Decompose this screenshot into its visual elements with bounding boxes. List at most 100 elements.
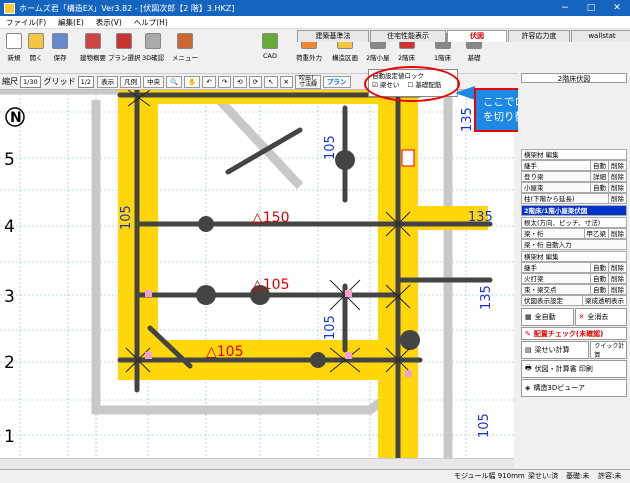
toolbar-button-7[interactable]: CAD xyxy=(262,33,278,71)
redo-icon[interactable]: ↷ xyxy=(217,75,232,88)
beam-calc-button[interactable]: ▤ 梁せい計算 xyxy=(521,341,590,359)
panel-row-label[interactable]: 柱(下階から延長) xyxy=(522,194,608,203)
grid-select[interactable]: 1/2 xyxy=(77,75,95,88)
center-button[interactable]: 中央 xyxy=(143,75,165,88)
rotate-right-icon[interactable]: ⟳ xyxy=(248,75,263,88)
floor-plan-svg[interactable]: N 5 4 3 2 1 △150 △105 △105 105 105 105 1… xyxy=(0,90,514,458)
panel-delete-button[interactable]: 削除 xyxy=(608,194,626,203)
minimize-button[interactable]: − xyxy=(552,0,578,16)
panel-row-label[interactable]: 梁・桁 xyxy=(522,229,584,238)
panel-row-label[interactable]: 継手 xyxy=(522,263,590,272)
scale-label: 縮尺 xyxy=(2,77,18,86)
panel-row-label[interactable]: 小屋束 xyxy=(522,183,590,192)
auto-icon: ▦ xyxy=(525,313,532,321)
maximize-button[interactable]: □ xyxy=(578,0,604,16)
viewer-icon: ◈ xyxy=(525,384,531,392)
show-button[interactable]: 表示 xyxy=(97,75,119,88)
panel-delete-button[interactable]: 削除 xyxy=(608,172,626,181)
toolbar-button-2[interactable]: 保存 xyxy=(52,33,68,71)
panel-delete-button[interactable]: 削除 xyxy=(608,161,626,170)
window-title: ホームズ君「構造EX」Ver3.82 - [伏図次郎【2 階】3.HKZ] xyxy=(19,3,235,13)
cursor-icon[interactable]: ↖ xyxy=(264,75,278,88)
svg-text:135: 135 xyxy=(460,107,475,132)
toolbar-button-4[interactable]: プラン選択 xyxy=(108,33,141,71)
toolbar-button-6[interactable]: メニュー xyxy=(172,33,198,71)
svg-text:135: 135 xyxy=(468,210,493,225)
toolbar-button-0[interactable]: 新規 xyxy=(6,33,22,71)
beam-transparent-button[interactable]: 梁成透明表示 xyxy=(582,296,626,305)
auto-all-button[interactable]: ▦ 全自動 xyxy=(521,308,574,326)
panel-row: 梁・桁 自動入力 xyxy=(521,239,627,250)
section-floor-plan[interactable]: 2階床/1階小屋梁伏図 xyxy=(521,205,627,216)
row-labels: 5 4 3 2 1 xyxy=(4,150,15,447)
tab-framing[interactable]: 伏図 xyxy=(447,30,507,42)
cross-icon[interactable]: ✕ xyxy=(279,75,293,88)
plan-display-settings-button[interactable]: 伏図表示設定 xyxy=(522,296,582,305)
panel-row-label[interactable]: 登り梁 xyxy=(522,172,590,181)
panel-delete-button[interactable]: 削除 xyxy=(608,285,626,294)
toolbar-button-1[interactable]: 開く xyxy=(28,33,44,71)
panel-auto-button[interactable]: 甲乙梁 xyxy=(583,229,609,238)
svg-text:105: 105 xyxy=(323,315,338,340)
tab-allowable-stress[interactable]: 許容応力度 xyxy=(508,30,570,42)
menu-edit[interactable]: 編集(E) xyxy=(52,17,90,28)
joint-box xyxy=(401,149,415,167)
panel-delete-button[interactable]: 削除 xyxy=(608,229,626,238)
tab-wallstat[interactable]: wallstat xyxy=(571,30,630,42)
menu-file[interactable]: ファイル(F) xyxy=(0,17,52,28)
3d-viewer-button[interactable]: ◈ 構造3Dビューア xyxy=(521,379,627,397)
panel-delete-button[interactable]: 削除 xyxy=(608,183,626,192)
cad-icon xyxy=(262,33,278,49)
beam-size-labels: 105 105 105 135 135 135 105 xyxy=(119,107,494,438)
panel-delete-button[interactable]: 削除 xyxy=(608,263,626,272)
legend-button[interactable]: 凡例 xyxy=(120,75,142,88)
menu-view[interactable]: 表示(V) xyxy=(90,17,128,28)
menu-help[interactable]: ヘルプ(H) xyxy=(128,17,174,28)
status-bar: モジュール幅 910mm 梁せい:済 基礎:未 許容:未 xyxy=(0,469,630,483)
menu-icon xyxy=(177,33,193,49)
check-icon: ✎ xyxy=(525,329,531,338)
svg-text:135: 135 xyxy=(479,285,494,310)
horizontal-scrollbar[interactable] xyxy=(0,458,514,469)
display-settings-row: 伏図表示設定 梁成透明表示 xyxy=(521,295,627,306)
toolbar-button-5[interactable]: 3D確認 xyxy=(142,33,164,71)
panel-auto-button[interactable]: 自動 xyxy=(590,183,608,192)
panel-row: 火打梁 自動 削除 xyxy=(521,273,627,284)
pan-icon[interactable]: ✋ xyxy=(184,75,201,88)
open-folder-icon xyxy=(28,33,44,49)
joist-button[interactable]: 根太(方向、ピッチ、寸法) xyxy=(521,217,627,228)
dimension-button[interactable]: 吹出し 寸法線 xyxy=(294,74,321,89)
panel-delete-button[interactable]: 削除 xyxy=(608,274,626,283)
quick-calc-button[interactable]: クイック計算 xyxy=(590,341,627,359)
svg-text:△105: △105 xyxy=(252,277,290,293)
undo-icon[interactable]: ↶ xyxy=(202,75,216,88)
panel-row-label[interactable]: 梁・桁 自動入力 xyxy=(522,240,626,249)
panel-auto-button[interactable]: 自動 xyxy=(590,161,608,170)
print-button[interactable]: 🖶 伏図・計算書 印刷 xyxy=(521,360,627,378)
panel-auto-button[interactable]: 自動 xyxy=(590,263,608,272)
panel-row-label[interactable]: 束・梁交点 xyxy=(522,285,590,294)
scale-select[interactable]: 1/30 xyxy=(20,75,41,88)
plan-button[interactable]: プラン xyxy=(323,75,351,88)
wall-outline xyxy=(0,90,500,458)
clear-all-button[interactable]: ✕ 全消去 xyxy=(574,308,627,326)
toolbar-button-3[interactable]: 建物概要 xyxy=(80,33,106,71)
svg-text:5: 5 xyxy=(4,150,15,170)
clear-icon: ✕ xyxy=(578,313,585,321)
drawing-canvas[interactable]: N 5 4 3 2 1 △150 △105 △105 105 105 105 1… xyxy=(0,90,514,458)
svg-text:△105: △105 xyxy=(206,344,244,360)
panel-auto-button[interactable]: 詳細 xyxy=(590,172,608,181)
rotate-left-icon[interactable]: ⟲ xyxy=(233,75,247,88)
beams xyxy=(117,90,493,458)
panel-row: 束・梁交点 自動 削除 xyxy=(521,284,627,295)
tab-building-law[interactable]: 建築基準法 xyxy=(297,30,369,42)
panel-auto-button[interactable]: 自動 xyxy=(590,274,608,283)
zoom-icon[interactable]: 🔍 xyxy=(166,75,183,88)
svg-text:105: 105 xyxy=(119,205,134,230)
panel-row-label[interactable]: 継手 xyxy=(522,161,590,170)
placement-check-button[interactable]: ✎ 配置チェック(未確認) xyxy=(521,327,627,340)
panel-row-label[interactable]: 火打梁 xyxy=(522,274,590,283)
panel-auto-button[interactable]: 自動 xyxy=(590,285,608,294)
close-button[interactable]: ✕ xyxy=(604,0,630,16)
tab-performance[interactable]: 住宅性能表示 xyxy=(370,30,446,42)
